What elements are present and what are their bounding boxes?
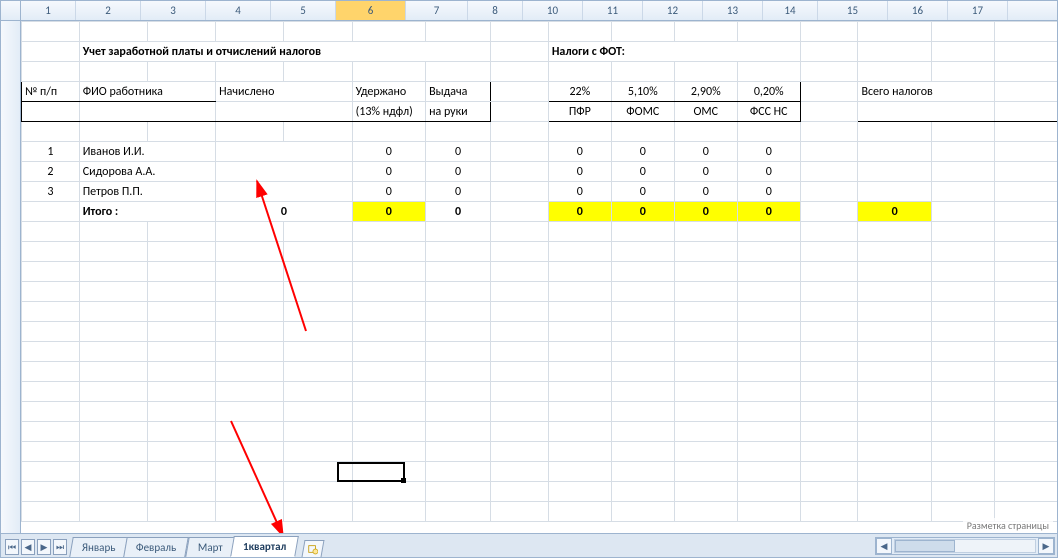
column-header[interactable]: 10 [523, 1, 583, 20]
tax-rate-2: 2,90% [674, 82, 737, 102]
tab-nav-next[interactable]: ▶ [37, 539, 51, 555]
cell-grid[interactable]: Учет заработной платы и отчислений налог… [21, 21, 1057, 533]
hdr-payout-1: Выдача [426, 82, 491, 102]
grid-area: Учет заработной платы и отчислений налог… [1, 21, 1057, 533]
title-main: Учет заработной платы и отчислений налог… [79, 42, 490, 62]
column-header[interactable]: 14 [763, 1, 818, 20]
column-header[interactable]: 5 [271, 1, 336, 20]
tax-name-0: ПФР [548, 102, 611, 122]
hdr-withheld-2: (13% ндфл) [352, 102, 425, 122]
column-header[interactable]: 4 [206, 1, 271, 20]
sheet-tab[interactable]: Март [185, 537, 235, 557]
select-all-corner[interactable] [1, 1, 21, 20]
tab-nav-buttons: ⏮ ◀ ▶ ⏭ [1, 539, 71, 557]
sheet-tab[interactable]: Январь [69, 537, 128, 557]
hdr-totaltax: Всего налогов [858, 82, 994, 102]
column-header[interactable]: 3 [141, 1, 206, 20]
tab-nav-prev[interactable]: ◀ [21, 539, 35, 555]
scroll-thumb[interactable] [895, 540, 955, 552]
column-header[interactable]: 1 [21, 1, 76, 20]
tab-nav-last[interactable]: ⏭ [53, 539, 67, 555]
sheet-tabs: Январь Февраль Март 1квартал [71, 536, 323, 557]
column-header[interactable]: 16 [888, 1, 948, 20]
hdr-withheld-1: Удержано [352, 82, 425, 102]
column-header-row: 123456781011121314151617 [1, 1, 1057, 21]
column-header[interactable]: 15 [818, 1, 888, 20]
tab-nav-first[interactable]: ⏮ [5, 539, 19, 555]
hdr-npp: № п/п [22, 82, 80, 102]
scroll-right-button[interactable]: ▶ [1038, 538, 1054, 554]
table-row: 2 Сидорова А.А. 0 0 0 0 0 0 [22, 162, 1058, 182]
sheet-tab[interactable]: Февраль [124, 537, 190, 557]
column-header[interactable]: 11 [583, 1, 643, 20]
tax-rate-1: 5,10% [611, 82, 674, 102]
column-header[interactable]: 7 [406, 1, 468, 20]
sheet-tab-bar: ⏮ ◀ ▶ ⏭ Январь Февраль Март 1квартал ◀ ▶ [1, 533, 1057, 557]
column-header[interactable]: 2 [76, 1, 141, 20]
tax-rate-0: 22% [548, 82, 611, 102]
column-header[interactable]: 12 [643, 1, 703, 20]
scroll-left-button[interactable]: ◀ [876, 538, 892, 554]
tax-rate-3: 0,20% [737, 82, 800, 102]
horizontal-scrollbar[interactable]: ◀ ▶ [875, 537, 1055, 555]
row-header-strip[interactable] [1, 21, 21, 533]
spreadsheet-window: 123456781011121314151617 [0, 0, 1058, 558]
status-hint: Разметка страницы [963, 518, 1053, 533]
hdr-payout-2: на руки [426, 102, 491, 122]
column-header[interactable]: 17 [948, 1, 1008, 20]
title-taxes: Налоги с ФОТ: [548, 42, 800, 62]
new-sheet-button[interactable] [301, 540, 324, 557]
hdr-fio: ФИО работника [79, 82, 215, 102]
sheet-tab[interactable]: 1квартал [231, 536, 300, 557]
tax-name-1: ФОМС [611, 102, 674, 122]
scroll-track[interactable] [894, 539, 1036, 553]
tax-name-3: ФСС НС [737, 102, 800, 122]
totals-row: Итого : 0 0 0 0 0 0 0 0 [22, 202, 1058, 222]
hdr-accrued: Начислено [216, 82, 352, 102]
table-row: 1 Иванов И.И. 0 0 0 0 0 0 [22, 142, 1058, 162]
column-header[interactable]: 6 [336, 1, 406, 20]
table-row: 3 Петров П.П. 0 0 0 0 0 0 [22, 182, 1058, 202]
tax-name-2: ОМС [674, 102, 737, 122]
column-header[interactable]: 13 [703, 1, 763, 20]
column-header[interactable]: 8 [468, 1, 523, 20]
